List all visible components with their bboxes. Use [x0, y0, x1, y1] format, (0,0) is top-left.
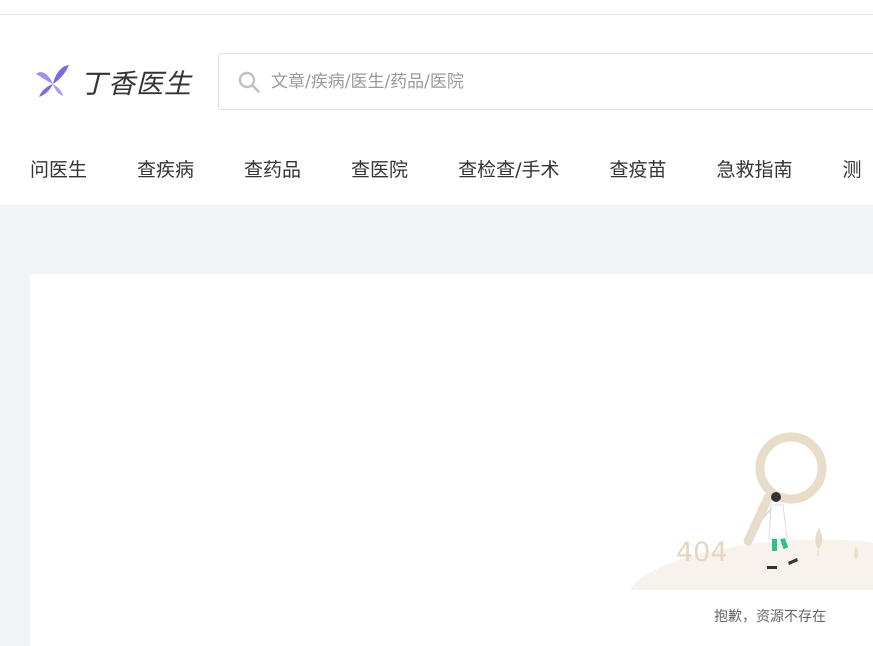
not-found-illustration: 404	[630, 432, 873, 590]
nav-item-test[interactable]: 测	[843, 155, 862, 185]
site-header: 丁香医生 问医生 查疾病 查药品 查医院 查检查/手术 查疫苗 急救指南 测	[0, 15, 873, 205]
nav-item-drugs[interactable]: 查药品	[244, 155, 301, 185]
error-code: 404	[676, 537, 728, 568]
nav-item-ask-doctor[interactable]: 问医生	[30, 155, 87, 185]
search-input[interactable]	[271, 66, 831, 97]
search-box[interactable]	[218, 53, 873, 110]
nav-item-exams-surgery[interactable]: 查检查/手术	[458, 155, 559, 185]
logo[interactable]: 丁香医生	[34, 62, 192, 100]
nav-item-hospitals[interactable]: 查医院	[351, 155, 408, 185]
main-nav: 问医生 查疾病 查药品 查医院 查检查/手术 查疫苗 急救指南 测	[30, 155, 873, 185]
butterfly-logo-icon	[36, 65, 69, 97]
search-icon[interactable]	[237, 70, 261, 94]
logo-text: 丁香医生	[80, 68, 192, 100]
nav-item-first-aid[interactable]: 急救指南	[716, 155, 792, 185]
nav-item-diseases[interactable]: 查疾病	[137, 155, 194, 185]
error-message: 抱歉，资源不存在	[714, 609, 826, 625]
nav-item-vaccines[interactable]: 查疫苗	[609, 155, 666, 185]
